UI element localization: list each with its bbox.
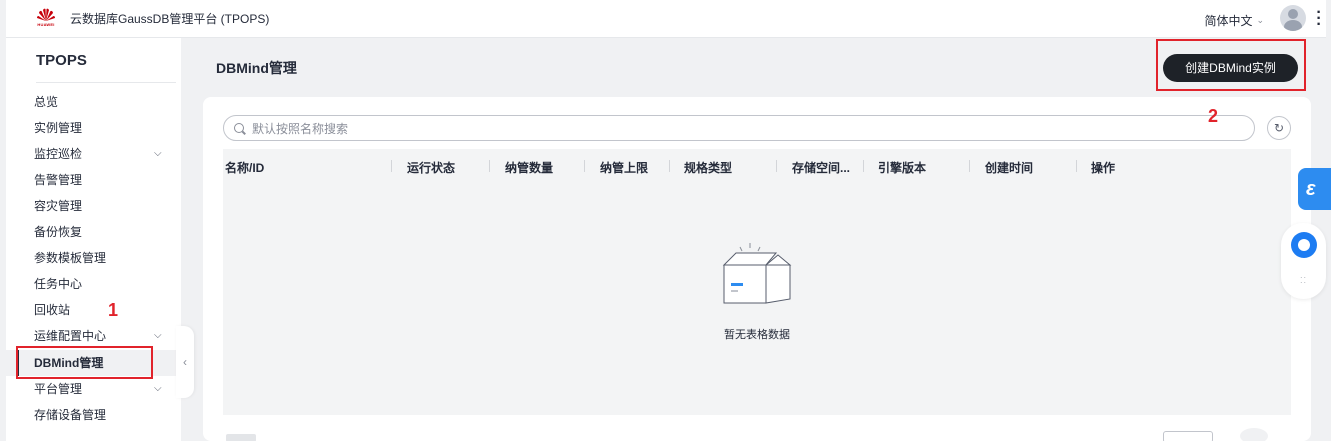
column-divider [489,160,490,172]
sidebar-item-label: 告警管理 [34,173,83,187]
column-header-created-time[interactable]: 创建时间 [985,159,1033,176]
refresh-button[interactable]: ↻ [1267,116,1291,140]
search-icon [234,123,244,133]
column-divider [776,160,777,172]
column-header-spec-type[interactable]: 规格类型 [684,159,732,176]
column-header-engine-version[interactable]: 引擎版本 [878,159,926,176]
column-divider [391,160,392,172]
annotation-marker-2: 2 [1208,106,1219,126]
cloud-assistant-icon[interactable]: ε [1298,168,1331,210]
sidebar-item-label: 平台管理 [34,382,83,396]
sidebar-item-parameter-templates[interactable]: 参数模板管理 [6,245,181,271]
empty-box-icon [722,243,792,304]
column-divider [584,160,585,172]
sidebar-item-backup-restore[interactable]: 备份恢复 [6,219,181,245]
annotation-box-create-button [1156,39,1306,91]
sidebar-item-label: 存储设备管理 [34,408,107,422]
app-title: 云数据库GaussDB管理平台 (TPOPS) [70,12,270,26]
dbmind-table: 名称/ID 运行状态 纳管数量 纳管上限 规格类型 存储空间... 引擎版本 创… [223,149,1291,415]
column-divider [863,160,864,172]
user-avatar[interactable] [1280,5,1306,31]
sidebar-title: TPOPS [36,52,87,69]
page-title: DBMind管理 [216,60,297,76]
table-header: 名称/ID 运行状态 纳管数量 纳管上限 规格类型 存储空间... 引擎版本 创… [223,149,1291,183]
refresh-icon: ↻ [1273,121,1285,135]
language-label: 简体中文 [1204,14,1253,28]
column-divider [969,160,970,172]
sidebar-item-monitoring[interactable]: 监控巡检 ⌵ [6,141,181,167]
sidebar: TPOPS 总览 实例管理 监控巡检 ⌵ 告警管理 容灾管理 备份恢复 参数模板管… [6,38,181,441]
sidebar-item-label: 总览 [34,95,59,109]
sidebar-divider [36,82,176,83]
sidebar-item-label: 监控巡检 [34,147,83,161]
annotation-marker-1: 1 [108,300,119,320]
sidebar-item-label: 参数模板管理 [34,251,107,265]
column-header-managed-limit[interactable]: 纳管上限 [600,159,648,176]
annotation-box-dbmind-menu [16,346,153,379]
brand-text: HUAWEI [37,21,55,27]
chevron-down-icon: ⌄ [1256,15,1264,25]
sidebar-item-recycle-bin[interactable]: 回收站 [6,297,181,323]
column-header-actions: 操作 [1091,161,1116,175]
top-bar: HUAWEI 云数据库GaussDB管理平台 (TPOPS) 简体中文 ⌄ · ·… [6,0,1326,38]
chevron-down-icon: ⌵ [154,148,162,159]
total-count-label [226,434,256,441]
page-size-select[interactable] [1163,431,1213,441]
sidebar-item-label: 回收站 [34,303,71,317]
chat-icon[interactable] [1291,232,1317,258]
sidebar-item-storage-devices[interactable]: 存储设备管理 [6,402,181,428]
search-placeholder: 默认按照名称搜索 [252,121,349,136]
column-header-storage[interactable]: 存储空间... [792,159,850,176]
floating-help-panel: ⁚⁚ [1281,223,1326,299]
language-selector[interactable]: 简体中文 ⌄ [1204,12,1264,29]
chevron-left-icon: ‹ [183,355,187,369]
column-divider [1076,160,1077,172]
huawei-logo: HUAWEI [34,8,58,30]
sidebar-item-label: 任务中心 [34,277,83,291]
column-header-status[interactable]: 运行状态 [407,159,455,176]
sidebar-item-label: 容灾管理 [34,199,83,213]
column-header-name-id[interactable]: 名称/ID [225,159,264,176]
sidebar-item-task-center[interactable]: 任务中心 [6,271,181,297]
chevron-down-icon: ⌵ [154,383,162,394]
sidebar-item-disaster-recovery[interactable]: 容灾管理 [6,193,181,219]
chevron-down-icon: ⌵ [154,330,162,341]
column-header-managed-count[interactable]: 纳管数量 [505,159,553,176]
column-divider [669,160,670,172]
sidebar-item-instances[interactable]: 实例管理 [6,115,181,141]
sidebar-item-label: 实例管理 [34,121,83,135]
sidebar-item-label: 运维配置中心 [34,329,107,343]
sidebar-item-label: 备份恢复 [34,225,83,239]
empty-table-text: 暂无表格数据 [724,329,790,341]
drag-handle-icon[interactable]: ⁚⁚ [1300,276,1307,285]
sidebar-item-platform[interactable]: 平台管理 ⌵ [6,376,181,402]
search-input[interactable]: 默认按照名称搜索 [223,115,1255,141]
sidebar-item-alarms[interactable]: 告警管理 [6,167,181,193]
sidebar-collapse-toggle[interactable]: ‹ [176,326,194,398]
more-vertical-icon[interactable]: · · · [1314,5,1324,33]
sidebar-item-overview[interactable]: 总览 [6,89,181,115]
pagination-control[interactable] [1240,428,1268,441]
